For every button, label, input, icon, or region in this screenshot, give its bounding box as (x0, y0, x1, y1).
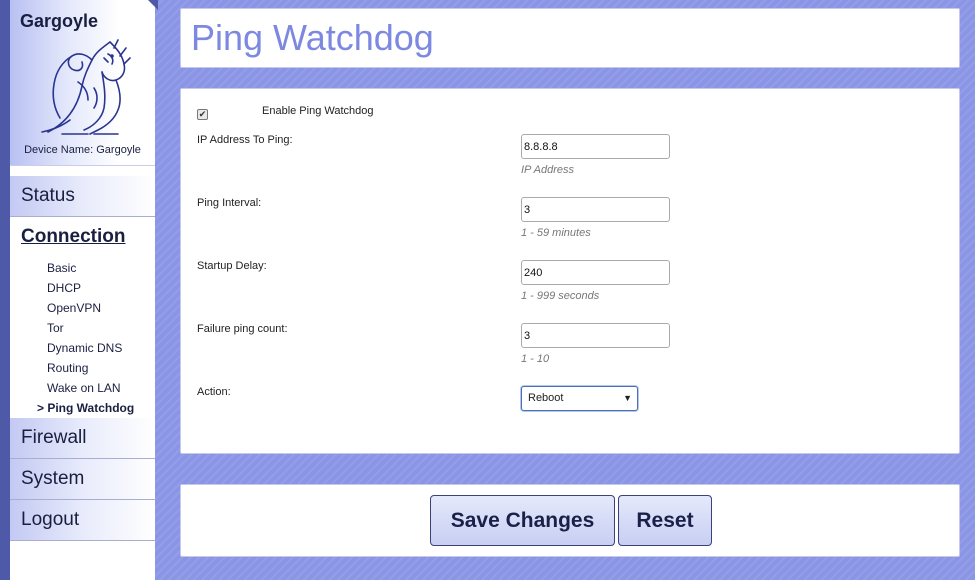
action-select[interactable]: Reboot ▼ (521, 386, 638, 411)
interval-label: Ping Interval: (197, 197, 262, 209)
nav-connection[interactable]: Connection (10, 217, 155, 257)
ip-hint: IP Address (521, 164, 574, 176)
interval-hint: 1 - 59 minutes (521, 227, 591, 239)
subnav-wake-on-lan[interactable]: Wake on LAN (47, 381, 121, 395)
action-label: Action: (197, 386, 231, 398)
left-edge-strip (0, 0, 10, 580)
action-select-value: Reboot (528, 392, 564, 404)
logo-area: Gargoyle Device Name: Gargoyle (10, 0, 158, 166)
save-changes-button[interactable]: Save Changes (430, 495, 615, 546)
corner-decoration (148, 0, 158, 10)
triangle-down-icon: ▼ (623, 393, 632, 403)
failure-hint: 1 - 10 (521, 353, 550, 365)
subnav-dynamic-dns[interactable]: Dynamic DNS (47, 341, 122, 355)
nav-firewall[interactable]: Firewall (10, 418, 155, 458)
subnav-tor[interactable]: Tor (47, 321, 64, 335)
button-panel: Save Changes Reset (180, 484, 960, 557)
checkmark-icon: ✔ (198, 110, 207, 120)
delay-label: Startup Delay: (197, 260, 267, 272)
device-name: Device Name: Gargoyle (24, 144, 141, 156)
startup-delay-input[interactable] (521, 260, 670, 285)
enable-checkbox[interactable]: ✔ (197, 109, 208, 120)
nav-divider (10, 540, 155, 541)
nav-logout[interactable]: Logout (10, 500, 155, 540)
ip-label: IP Address To Ping: (197, 134, 293, 146)
sidebar: Gargoyle Device Name: Gargoyle Status Co… (10, 0, 158, 580)
failure-count-input[interactable] (521, 323, 670, 348)
subnav-routing[interactable]: Routing (47, 361, 88, 375)
delay-hint: 1 - 999 seconds (521, 290, 600, 302)
ping-interval-input[interactable] (521, 197, 670, 222)
title-panel: Ping Watchdog (180, 8, 960, 68)
subnav-basic[interactable]: Basic (47, 261, 76, 275)
reset-button[interactable]: Reset (618, 495, 712, 546)
gargoyle-logo-icon (41, 39, 131, 135)
ip-address-input[interactable] (521, 134, 670, 159)
subnav-ping-watchdog[interactable]: > Ping Watchdog (37, 401, 134, 415)
nav-system[interactable]: System (10, 459, 155, 499)
subnav-openvpn[interactable]: OpenVPN (47, 301, 101, 315)
enable-label: Enable Ping Watchdog (262, 105, 374, 117)
nav-status[interactable]: Status (10, 176, 155, 216)
page-title: Ping Watchdog (191, 17, 434, 58)
brand-name: Gargoyle (20, 11, 99, 31)
settings-panel: ✔ Enable Ping Watchdog IP Address To Pin… (180, 88, 960, 454)
failure-label: Failure ping count: (197, 323, 288, 335)
subnav-dhcp[interactable]: DHCP (47, 281, 81, 295)
